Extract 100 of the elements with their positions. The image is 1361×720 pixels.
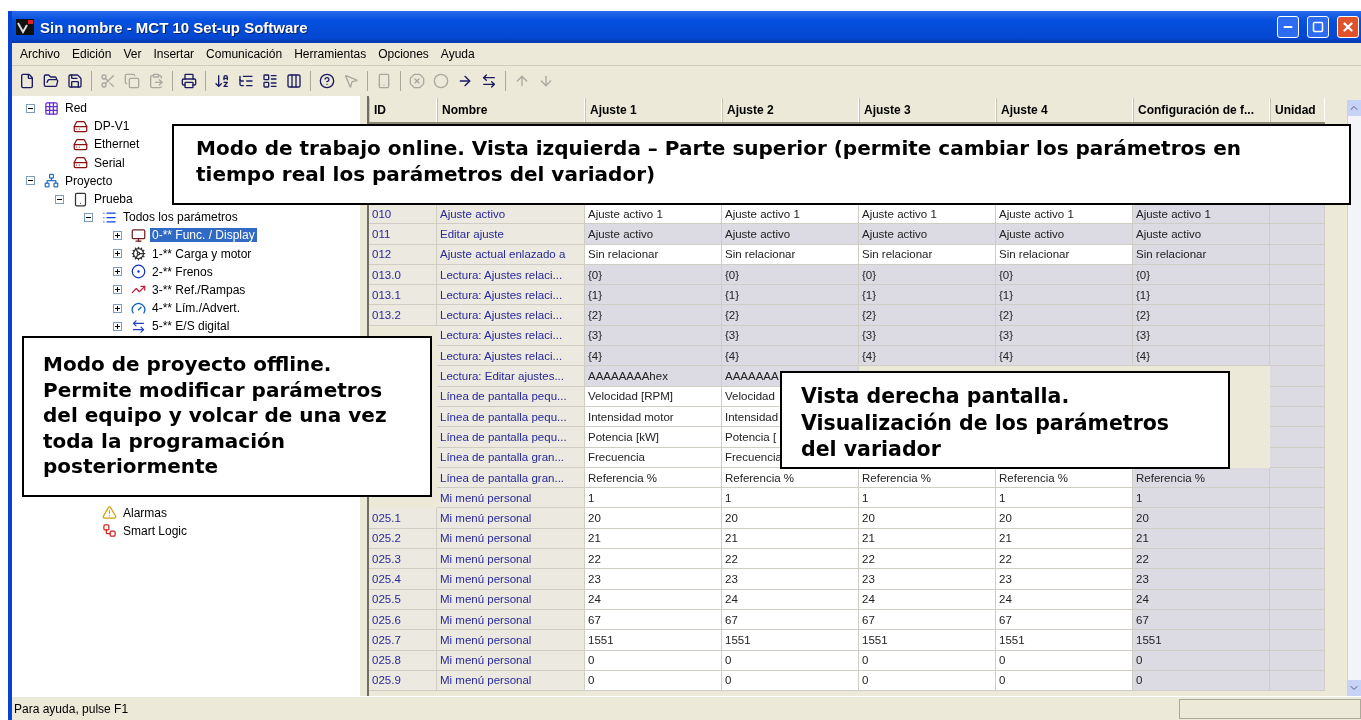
table-cell: {1}: [722, 285, 859, 306]
table-cell: 24: [585, 589, 722, 610]
tree-item[interactable]: Todos los parámetros: [121, 210, 240, 225]
table-cell: {2}: [1133, 305, 1270, 326]
table-cell: Velocidad [RPM]: [585, 386, 722, 407]
menu-item[interactable]: Edición: [66, 47, 118, 61]
table-cell: [1270, 204, 1325, 225]
table-cell: Editar ajuste: [437, 224, 585, 245]
table-cell: Ajuste activo 1: [1133, 204, 1270, 225]
table-cell: Mi menú personal: [437, 589, 585, 610]
menu-item[interactable]: Herramientas: [288, 47, 373, 61]
tree-item[interactable]: DP-V1: [92, 119, 132, 134]
column-header[interactable]: Ajuste 4: [996, 98, 1133, 122]
table-cell: 025.4: [369, 569, 437, 590]
table-cell: Frecuencia: [585, 447, 722, 468]
table-cell: [1270, 508, 1325, 529]
collapse-icon[interactable]: [26, 176, 35, 186]
column-header[interactable]: Configuración de f...: [1133, 98, 1270, 122]
column-header[interactable]: Unidad: [1270, 98, 1325, 122]
table-cell: 67: [859, 609, 996, 631]
table-cell: [1270, 447, 1325, 468]
close-icon: [1341, 20, 1355, 34]
minimize-button[interactable]: [1277, 16, 1299, 38]
tree-item[interactable]: 0-** Func. / Display: [150, 228, 257, 243]
column-header[interactable]: ID: [369, 98, 437, 122]
expand-icon[interactable]: [113, 267, 122, 277]
table-cell: 22: [859, 549, 996, 570]
collapse-icon[interactable]: [26, 103, 35, 113]
table-cell: Mi menú personal: [437, 670, 585, 692]
table-cell: Referencia %: [722, 467, 859, 489]
table-cell: 23: [996, 569, 1133, 590]
collapse-icon[interactable]: [55, 194, 64, 204]
table-cell: [1270, 569, 1325, 590]
table-cell: 013.2: [369, 305, 437, 326]
menu-item[interactable]: Opciones: [372, 47, 435, 61]
table-cell: Sin relacionar: [722, 244, 859, 265]
table-cell: 24: [722, 589, 859, 610]
collapse-icon[interactable]: [84, 212, 93, 222]
maximize-button[interactable]: [1307, 16, 1329, 38]
close-button[interactable]: [1337, 16, 1359, 38]
table-cell: Mi menú personal: [437, 569, 585, 590]
table-cell: 1: [859, 488, 996, 509]
motor-icon: [130, 246, 146, 262]
column-header[interactable]: Ajuste 1: [585, 98, 722, 122]
table-cell: [1270, 609, 1325, 631]
expand-icon[interactable]: [113, 285, 122, 295]
tree-item[interactable]: Serial: [92, 155, 127, 170]
table-cell: {1}: [585, 285, 722, 306]
drive-icon: [72, 155, 88, 171]
menu-item[interactable]: Ayuda: [434, 47, 481, 61]
expand-icon[interactable]: [113, 303, 122, 313]
tree-item[interactable]: 4-** Lím./Advert.: [150, 301, 243, 316]
table-cell: [1270, 244, 1325, 265]
table-cell: 025.7: [369, 630, 437, 651]
tree-item[interactable]: Proyecto: [63, 173, 115, 188]
table-cell: Ajuste activo 1: [722, 204, 859, 225]
window-title: Sin nombre - MCT 10 Set-up Software: [40, 18, 309, 36]
tree-item[interactable]: Prueba: [92, 192, 135, 207]
menu-item[interactable]: Comunicación: [200, 47, 289, 61]
column-header[interactable]: Nombre: [437, 98, 585, 122]
expand-icon[interactable]: [113, 230, 122, 240]
table-cell: Intensidad motor: [585, 406, 722, 428]
table-cell: {0}: [859, 264, 996, 286]
table-cell: 20: [859, 508, 996, 529]
tree-item[interactable]: 3-** Ref./Rampas: [150, 282, 248, 297]
table-cell: [1270, 650, 1325, 671]
column-header[interactable]: Ajuste 3: [859, 98, 996, 122]
table-cell: [1270, 305, 1325, 326]
tree-item[interactable]: Ethernet: [92, 137, 142, 152]
expand-icon[interactable]: [113, 249, 122, 259]
column-header[interactable]: Ajuste 2: [722, 98, 859, 122]
alarm-icon: [101, 505, 117, 521]
tree-item[interactable]: Alarmas: [121, 505, 169, 520]
io-icon: [130, 318, 146, 334]
table-cell: Mi menú personal: [437, 528, 585, 550]
menu-item[interactable]: Insertar: [147, 47, 201, 61]
table-cell: 010: [369, 204, 437, 225]
status-text: Para ayuda, pulse F1: [13, 701, 129, 716]
table-cell: 20: [722, 508, 859, 529]
tree-item[interactable]: 2-** Frenos: [150, 264, 215, 279]
table-cell: {0}: [722, 264, 859, 286]
table-cell: {4}: [1133, 346, 1270, 367]
table-cell: 20: [585, 508, 722, 529]
table-cell: [1270, 670, 1325, 692]
tree-item[interactable]: Smart Logic: [121, 523, 190, 538]
table-cell: 1: [585, 488, 722, 509]
tree-item[interactable]: 1-** Carga y motor: [150, 246, 254, 261]
table-cell: {2}: [585, 305, 722, 326]
expand-icon[interactable]: [113, 321, 122, 331]
menu-item[interactable]: Ver: [117, 47, 148, 61]
table-cell: 0: [996, 650, 1133, 671]
menu-item[interactable]: Archivo: [14, 47, 66, 61]
table-cell: Ajuste activo 1: [996, 204, 1133, 225]
tree-item[interactable]: 5-** E/S digital: [150, 319, 232, 334]
table-cell: 24: [859, 589, 996, 610]
table-cell: 21: [859, 528, 996, 550]
table-cell: 24: [996, 589, 1133, 610]
network-icon: [43, 173, 59, 189]
table-cell: {1}: [859, 285, 996, 306]
tree-item[interactable]: Red: [63, 101, 89, 116]
